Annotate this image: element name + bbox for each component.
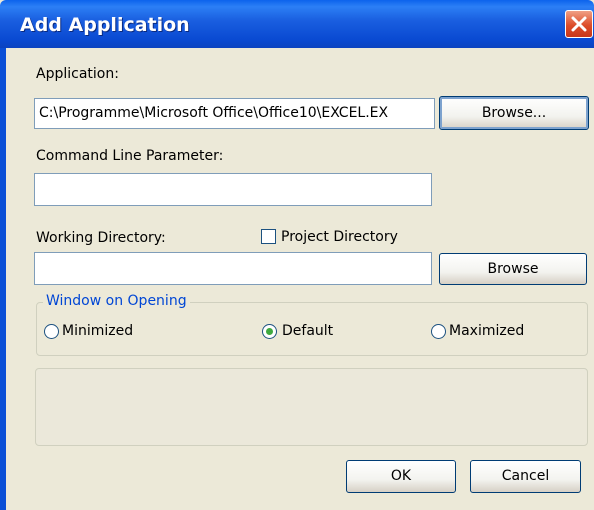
default-radio[interactable] (262, 324, 277, 339)
working-directory-field[interactable] (34, 252, 432, 285)
title-bar[interactable]: Add Application (0, 0, 594, 48)
window-on-opening-legend: Window on Opening (43, 293, 190, 309)
working-directory-label: Working Directory: (36, 230, 166, 246)
maximized-label[interactable]: Maximized (449, 323, 524, 339)
application-label: Application: (36, 66, 119, 82)
info-panel (35, 368, 588, 446)
working-directory-browse-button[interactable]: Browse (439, 253, 587, 285)
project-directory-checkbox[interactable] (261, 229, 276, 244)
project-directory-label[interactable]: Project Directory (281, 229, 398, 245)
maximized-radio[interactable] (431, 324, 446, 339)
command-line-field[interactable] (34, 173, 432, 206)
add-application-dialog: Add Application Application: C:\Programm… (0, 0, 594, 510)
dialog-body: Application: C:\Programme\Microsoft Offi… (0, 48, 594, 510)
close-icon (571, 16, 587, 32)
ok-button[interactable]: OK (346, 460, 456, 493)
minimized-radio[interactable] (44, 324, 59, 339)
command-line-label: Command Line Parameter: (36, 148, 224, 164)
application-path-field[interactable]: C:\Programme\Microsoft Office\Office10\E… (34, 98, 435, 129)
default-label[interactable]: Default (282, 323, 333, 339)
window-title: Add Application (20, 14, 190, 36)
application-browse-button[interactable]: Browse... (439, 96, 589, 130)
cancel-button[interactable]: Cancel (470, 460, 581, 493)
close-button[interactable] (565, 10, 593, 38)
minimized-label[interactable]: Minimized (62, 323, 133, 339)
